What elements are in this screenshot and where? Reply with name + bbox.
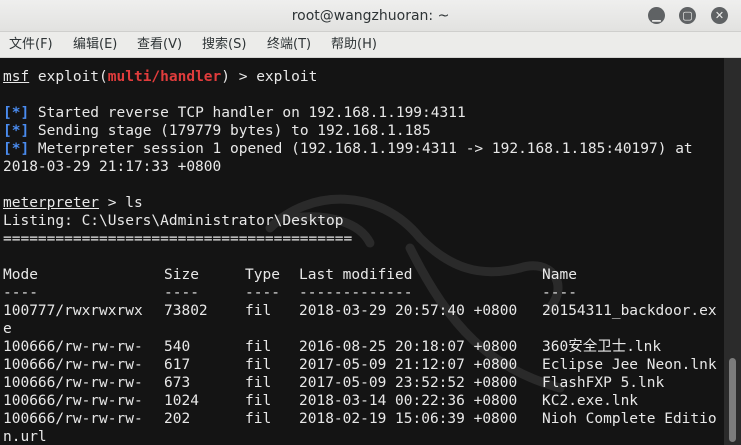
title-bar[interactable]: root@wangzhuoran: ~ ▁ ▢ ✕ xyxy=(0,0,741,32)
module-name: multi/handler xyxy=(107,69,222,85)
row-name-wrap: n.url xyxy=(3,429,47,445)
minimize-icon: ▁ xyxy=(652,9,661,22)
row-modified: 2018-03-14 00:22:36 +0800 xyxy=(299,393,518,409)
row-type: fil xyxy=(245,393,272,409)
prompt-line-msf: msf exploit(multi/handler) > exploit xyxy=(3,69,318,85)
row-modified: 2018-03-29 20:57:40 +0800 xyxy=(299,303,518,319)
row-name: 360安全卫士.lnk xyxy=(542,339,662,355)
row-modified: 2017-05-09 23:52:52 +0800 xyxy=(299,375,518,391)
header-type: Type xyxy=(245,267,280,283)
menu-file[interactable]: 文件(F) xyxy=(9,32,53,58)
header-mode: Mode xyxy=(3,267,38,283)
status-tag: [*] xyxy=(3,105,30,121)
row-size: 540 xyxy=(164,339,191,355)
row-type: fil xyxy=(245,375,272,391)
terminal-output[interactable]: msf exploit(multi/handler) > exploit [*]… xyxy=(0,58,724,445)
prompt-line-meterpreter: meterpreter > ls xyxy=(3,195,143,211)
listing-separator: ======================================== xyxy=(3,231,353,247)
msf-label: msf xyxy=(3,69,30,85)
row-type: fil xyxy=(245,303,272,319)
row-mode: 100666/rw-rw-rw- xyxy=(3,411,143,427)
dash-mode: ---- xyxy=(3,285,38,301)
scrollbar-thumb[interactable] xyxy=(729,358,736,442)
row-name: FlashFXP 5.lnk xyxy=(542,375,665,391)
row-modified: 2016-08-25 20:18:07 +0800 xyxy=(299,339,518,355)
scrollbar[interactable] xyxy=(724,58,741,445)
dash-size: ---- xyxy=(164,285,199,301)
row-name-wrap: e xyxy=(3,321,12,337)
row-modified: 2017-05-09 21:12:07 +0800 xyxy=(299,357,518,373)
dash-type: ---- xyxy=(245,285,280,301)
row-size: 73802 xyxy=(164,303,208,319)
row-size: 673 xyxy=(164,375,191,391)
row-name: Nioh Complete Editio xyxy=(542,411,717,427)
row-size: 1024 xyxy=(164,393,199,409)
meterpreter-label: meterpreter xyxy=(3,195,100,211)
row-type: fil xyxy=(245,357,272,373)
row-mode: 100666/rw-rw-rw- xyxy=(3,339,143,355)
status-tag: [*] xyxy=(3,141,30,157)
maximize-button[interactable]: ▢ xyxy=(679,7,696,24)
menu-help[interactable]: 帮助(H) xyxy=(331,32,377,58)
log-line: [*] Sending stage (179779 bytes) to 192.… xyxy=(3,123,431,139)
close-icon: ✕ xyxy=(714,9,725,22)
row-name: 20154311_backdoor.ex xyxy=(542,303,717,319)
log-line-wrap: 2018-03-29 21:17:33 +0800 xyxy=(3,159,222,175)
menu-terminal[interactable]: 终端(T) xyxy=(267,32,311,58)
dash-modified: ------------- xyxy=(299,285,413,301)
close-button[interactable]: ✕ xyxy=(711,7,728,24)
terminal-window: root@wangzhuoran: ~ ▁ ▢ ✕ 文件(F) 编辑(E) 查看… xyxy=(0,0,741,445)
row-name: KC2.exe.lnk xyxy=(542,393,639,409)
row-size: 617 xyxy=(164,357,191,373)
header-name: Name xyxy=(542,267,577,283)
status-tag: [*] xyxy=(3,123,30,139)
row-mode: 100666/rw-rw-rw- xyxy=(3,357,143,373)
menu-bar: 文件(F) 编辑(E) 查看(V) 搜索(S) 终端(T) 帮助(H) xyxy=(0,32,741,58)
maximize-icon: ▢ xyxy=(682,9,693,22)
dash-name: ---- xyxy=(542,285,577,301)
row-modified: 2018-02-19 15:06:39 +0800 xyxy=(299,411,518,427)
minimize-button[interactable]: ▁ xyxy=(648,7,665,24)
row-mode: 100666/rw-rw-rw- xyxy=(3,375,143,391)
window-title: root@wangzhuoran: ~ xyxy=(291,8,450,24)
row-name: Eclipse Jee Neon.lnk xyxy=(542,357,717,373)
log-line: [*] Meterpreter session 1 opened (192.16… xyxy=(3,141,693,157)
row-type: fil xyxy=(245,411,272,427)
menu-edit[interactable]: 编辑(E) xyxy=(73,32,117,58)
row-size: 202 xyxy=(164,411,191,427)
menu-search[interactable]: 搜索(S) xyxy=(202,32,246,58)
header-modified: Last modified xyxy=(299,267,413,283)
row-mode: 100666/rw-rw-rw- xyxy=(3,393,143,409)
row-mode: 100777/rwxrwxrwx xyxy=(3,303,143,319)
menu-view[interactable]: 查看(V) xyxy=(137,32,182,58)
listing-path: Listing: C:\Users\Administrator\Desktop xyxy=(3,213,344,229)
row-type: fil xyxy=(245,339,272,355)
header-size: Size xyxy=(164,267,199,283)
log-line: [*] Started reverse TCP handler on 192.1… xyxy=(3,105,466,121)
